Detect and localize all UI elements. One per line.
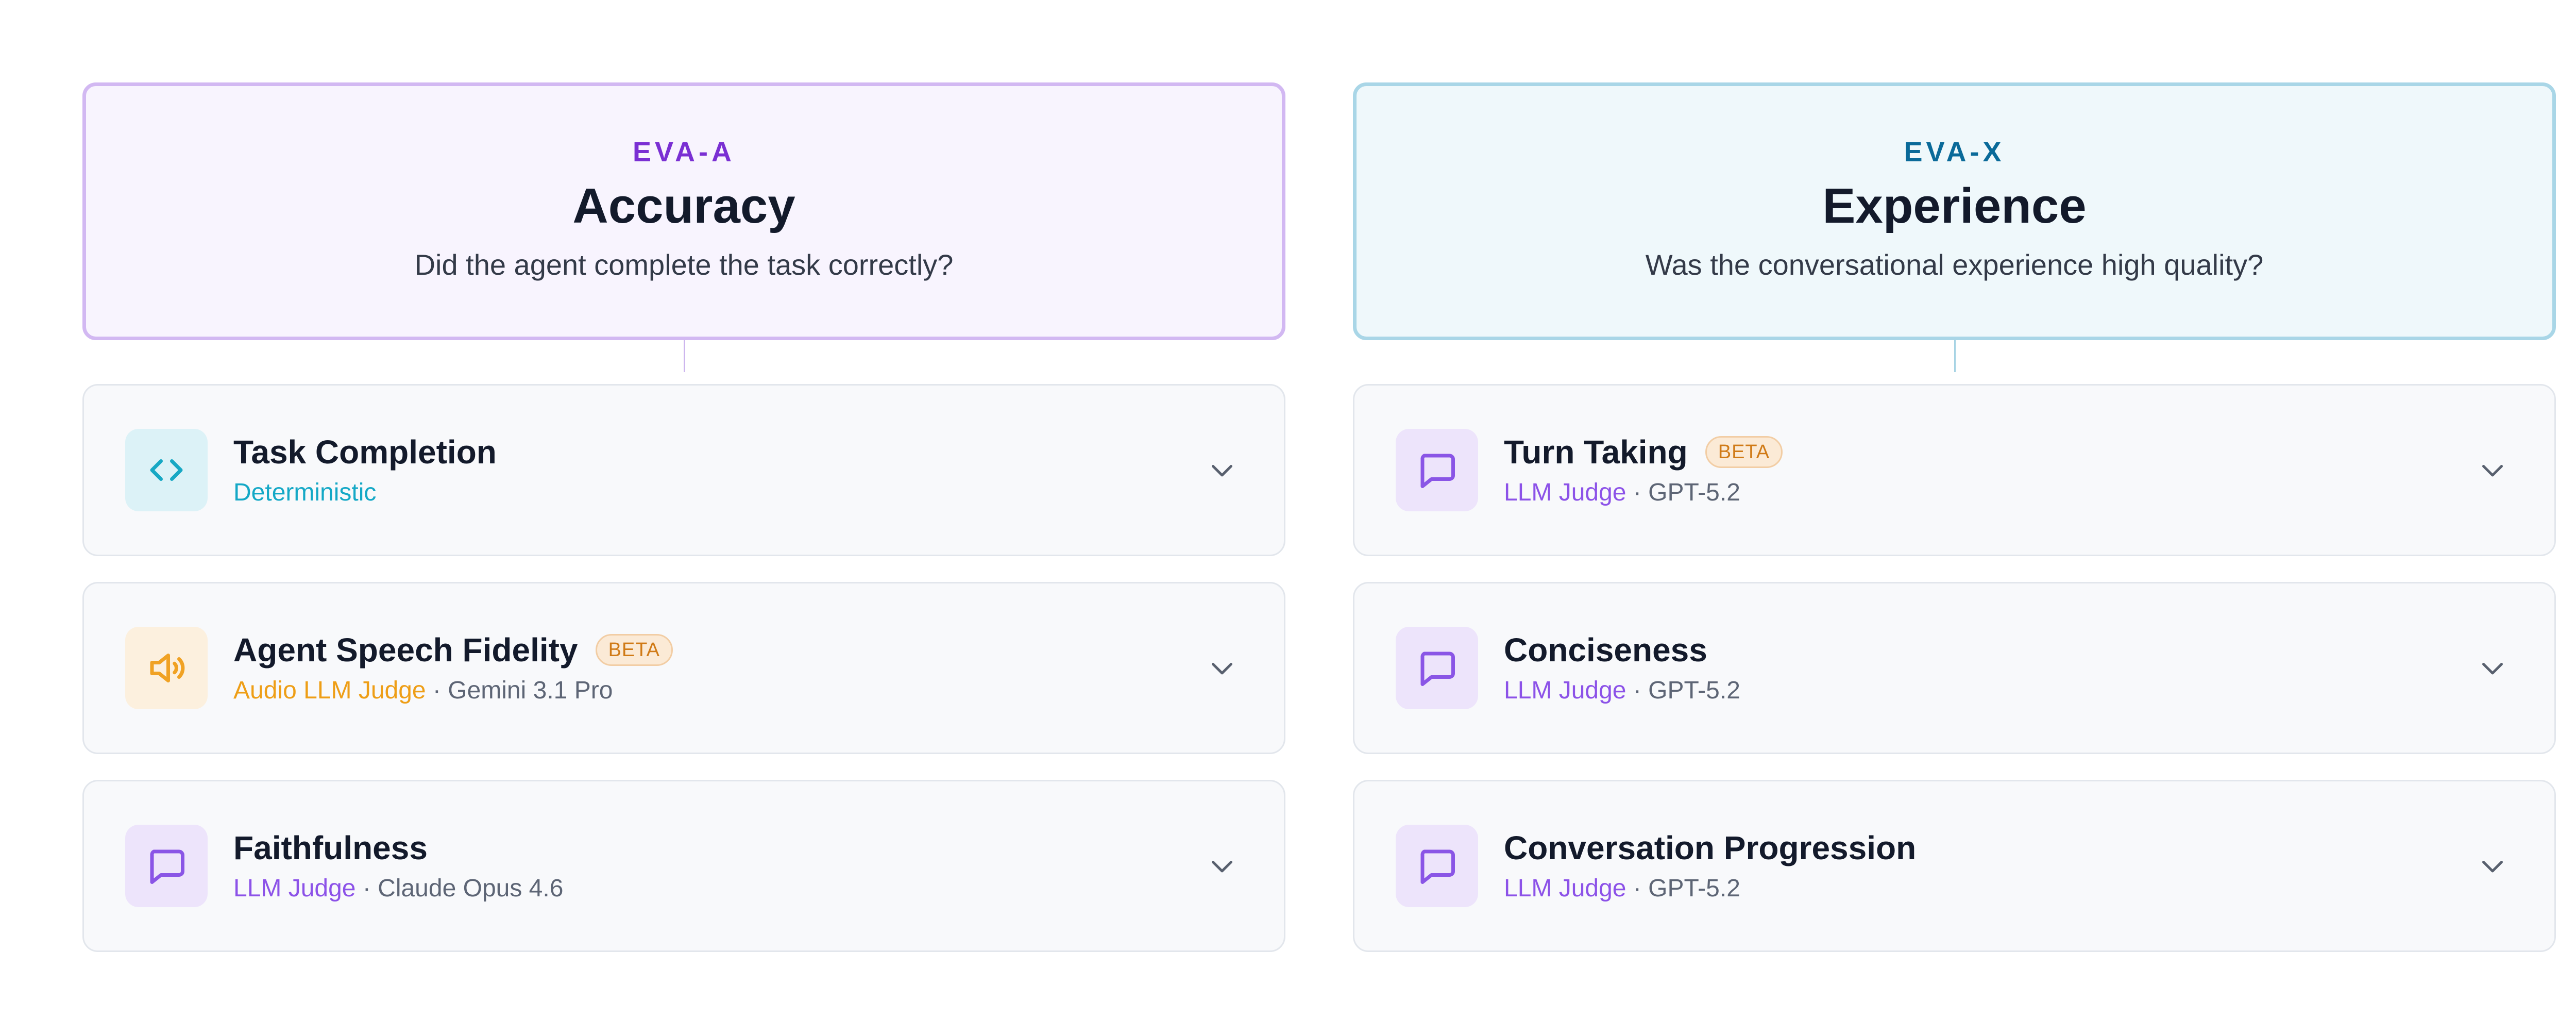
chat-bubble-icon (1396, 627, 1478, 709)
metric-method: LLM Judge (1504, 479, 1626, 506)
metric-card-conciseness[interactable]: Conciseness LLM Judge · GPT-5.2 (1353, 582, 2556, 754)
chevron-down-icon[interactable] (1201, 647, 1243, 689)
metric-model: Claude Opus 4.6 (378, 875, 564, 902)
chevron-down-icon[interactable] (1201, 449, 1243, 491)
chevron-down-icon[interactable] (1201, 845, 1243, 887)
metric-subtitle: Deterministic (233, 478, 1201, 508)
metric-model: GPT-5.2 (1648, 479, 1740, 506)
experience-eyebrow: EVA-X (1904, 137, 2005, 168)
chat-bubble-icon (125, 825, 208, 907)
metric-subtitle: LLM Judge · GPT-5.2 (1504, 874, 2472, 904)
experience-header-card: EVA-X Experience Was the conversational … (1353, 82, 2556, 340)
experience-question: Was the conversational experience high q… (1645, 248, 2264, 281)
accuracy-question: Did the agent complete the task correctl… (414, 248, 954, 281)
accuracy-eyebrow: EVA-A (632, 137, 735, 168)
metric-model: GPT-5.2 (1648, 875, 1740, 902)
beta-badge: BETA (595, 634, 673, 666)
metric-method: Audio LLM Judge (233, 677, 426, 704)
metrics-overview: EVA-A Accuracy Did the agent complete th… (0, 0, 2576, 1035)
connector-line (683, 340, 685, 372)
metric-subtitle: LLM Judge · GPT-5.2 (1504, 676, 2472, 706)
experience-title: Experience (1822, 178, 2087, 233)
metric-title-row: Conversation Progression (1504, 828, 2472, 867)
accuracy-column: EVA-A Accuracy Did the agent complete th… (82, 82, 1285, 1035)
metric-method: LLM Judge (1504, 677, 1626, 704)
metric-subtitle: Audio LLM Judge · Gemini 3.1 Pro (233, 676, 1201, 706)
metric-title-row: Task Completion (233, 432, 1201, 472)
chevron-down-icon[interactable] (2472, 647, 2513, 689)
metric-text: Agent Speech Fidelity BETA Audio LLM Jud… (233, 630, 1201, 706)
metric-text: Conciseness LLM Judge · GPT-5.2 (1504, 630, 2472, 706)
experience-connector (1353, 340, 2556, 384)
metric-title-row: Turn Taking BETA (1504, 432, 2472, 472)
metric-title: Faithfulness (233, 829, 428, 866)
code-icon (125, 429, 208, 511)
chevron-down-icon[interactable] (2472, 845, 2513, 887)
experience-column: EVA-X Experience Was the conversational … (1353, 82, 2556, 1035)
metric-title: Task Completion (233, 433, 497, 471)
metric-title-row: Faithfulness (233, 828, 1201, 867)
metric-separator: · (1626, 677, 1649, 704)
metric-card-turn-taking[interactable]: Turn Taking BETA LLM Judge · GPT-5.2 (1353, 384, 2556, 556)
metric-card-conversation-progression[interactable]: Conversation Progression LLM Judge · GPT… (1353, 780, 2556, 952)
metric-separator: · (1626, 875, 1649, 902)
metric-method: Deterministic (233, 479, 377, 506)
speaker-icon (125, 627, 208, 709)
chat-bubble-icon (1396, 429, 1478, 511)
metric-method: LLM Judge (1504, 875, 1626, 902)
metric-model: Gemini 3.1 Pro (448, 677, 613, 704)
metric-title: Conversation Progression (1504, 829, 1917, 866)
metric-method: LLM Judge (233, 875, 356, 902)
metric-text: Faithfulness LLM Judge · Claude Opus 4.6 (233, 828, 1201, 904)
chevron-down-icon[interactable] (2472, 449, 2513, 491)
metric-subtitle: LLM Judge · Claude Opus 4.6 (233, 874, 1201, 904)
beta-badge: BETA (1705, 436, 1783, 468)
metric-subtitle: LLM Judge · GPT-5.2 (1504, 478, 2472, 508)
metric-title-row: Agent Speech Fidelity BETA (233, 630, 1201, 670)
connector-line (1954, 340, 1956, 372)
metric-text: Conversation Progression LLM Judge · GPT… (1504, 828, 2472, 904)
metric-text: Task Completion Deterministic (233, 432, 1201, 508)
metric-title-row: Conciseness (1504, 630, 2472, 670)
metric-text: Turn Taking BETA LLM Judge · GPT-5.2 (1504, 432, 2472, 508)
accuracy-title: Accuracy (572, 178, 795, 233)
chat-bubble-icon (1396, 825, 1478, 907)
metric-card-faithfulness[interactable]: Faithfulness LLM Judge · Claude Opus 4.6 (82, 780, 1285, 952)
metric-separator: · (426, 677, 448, 704)
metric-title: Agent Speech Fidelity (233, 631, 578, 669)
metric-model: GPT-5.2 (1648, 677, 1740, 704)
metric-title: Conciseness (1504, 631, 1707, 669)
metric-separator: · (355, 875, 378, 902)
metric-title: Turn Taking (1504, 433, 1688, 471)
metric-separator: · (1626, 479, 1649, 506)
metric-card-agent-speech-fidelity[interactable]: Agent Speech Fidelity BETA Audio LLM Jud… (82, 582, 1285, 754)
metric-card-task-completion[interactable]: Task Completion Deterministic (82, 384, 1285, 556)
accuracy-connector (82, 340, 1285, 384)
accuracy-header-card: EVA-A Accuracy Did the agent complete th… (82, 82, 1285, 340)
